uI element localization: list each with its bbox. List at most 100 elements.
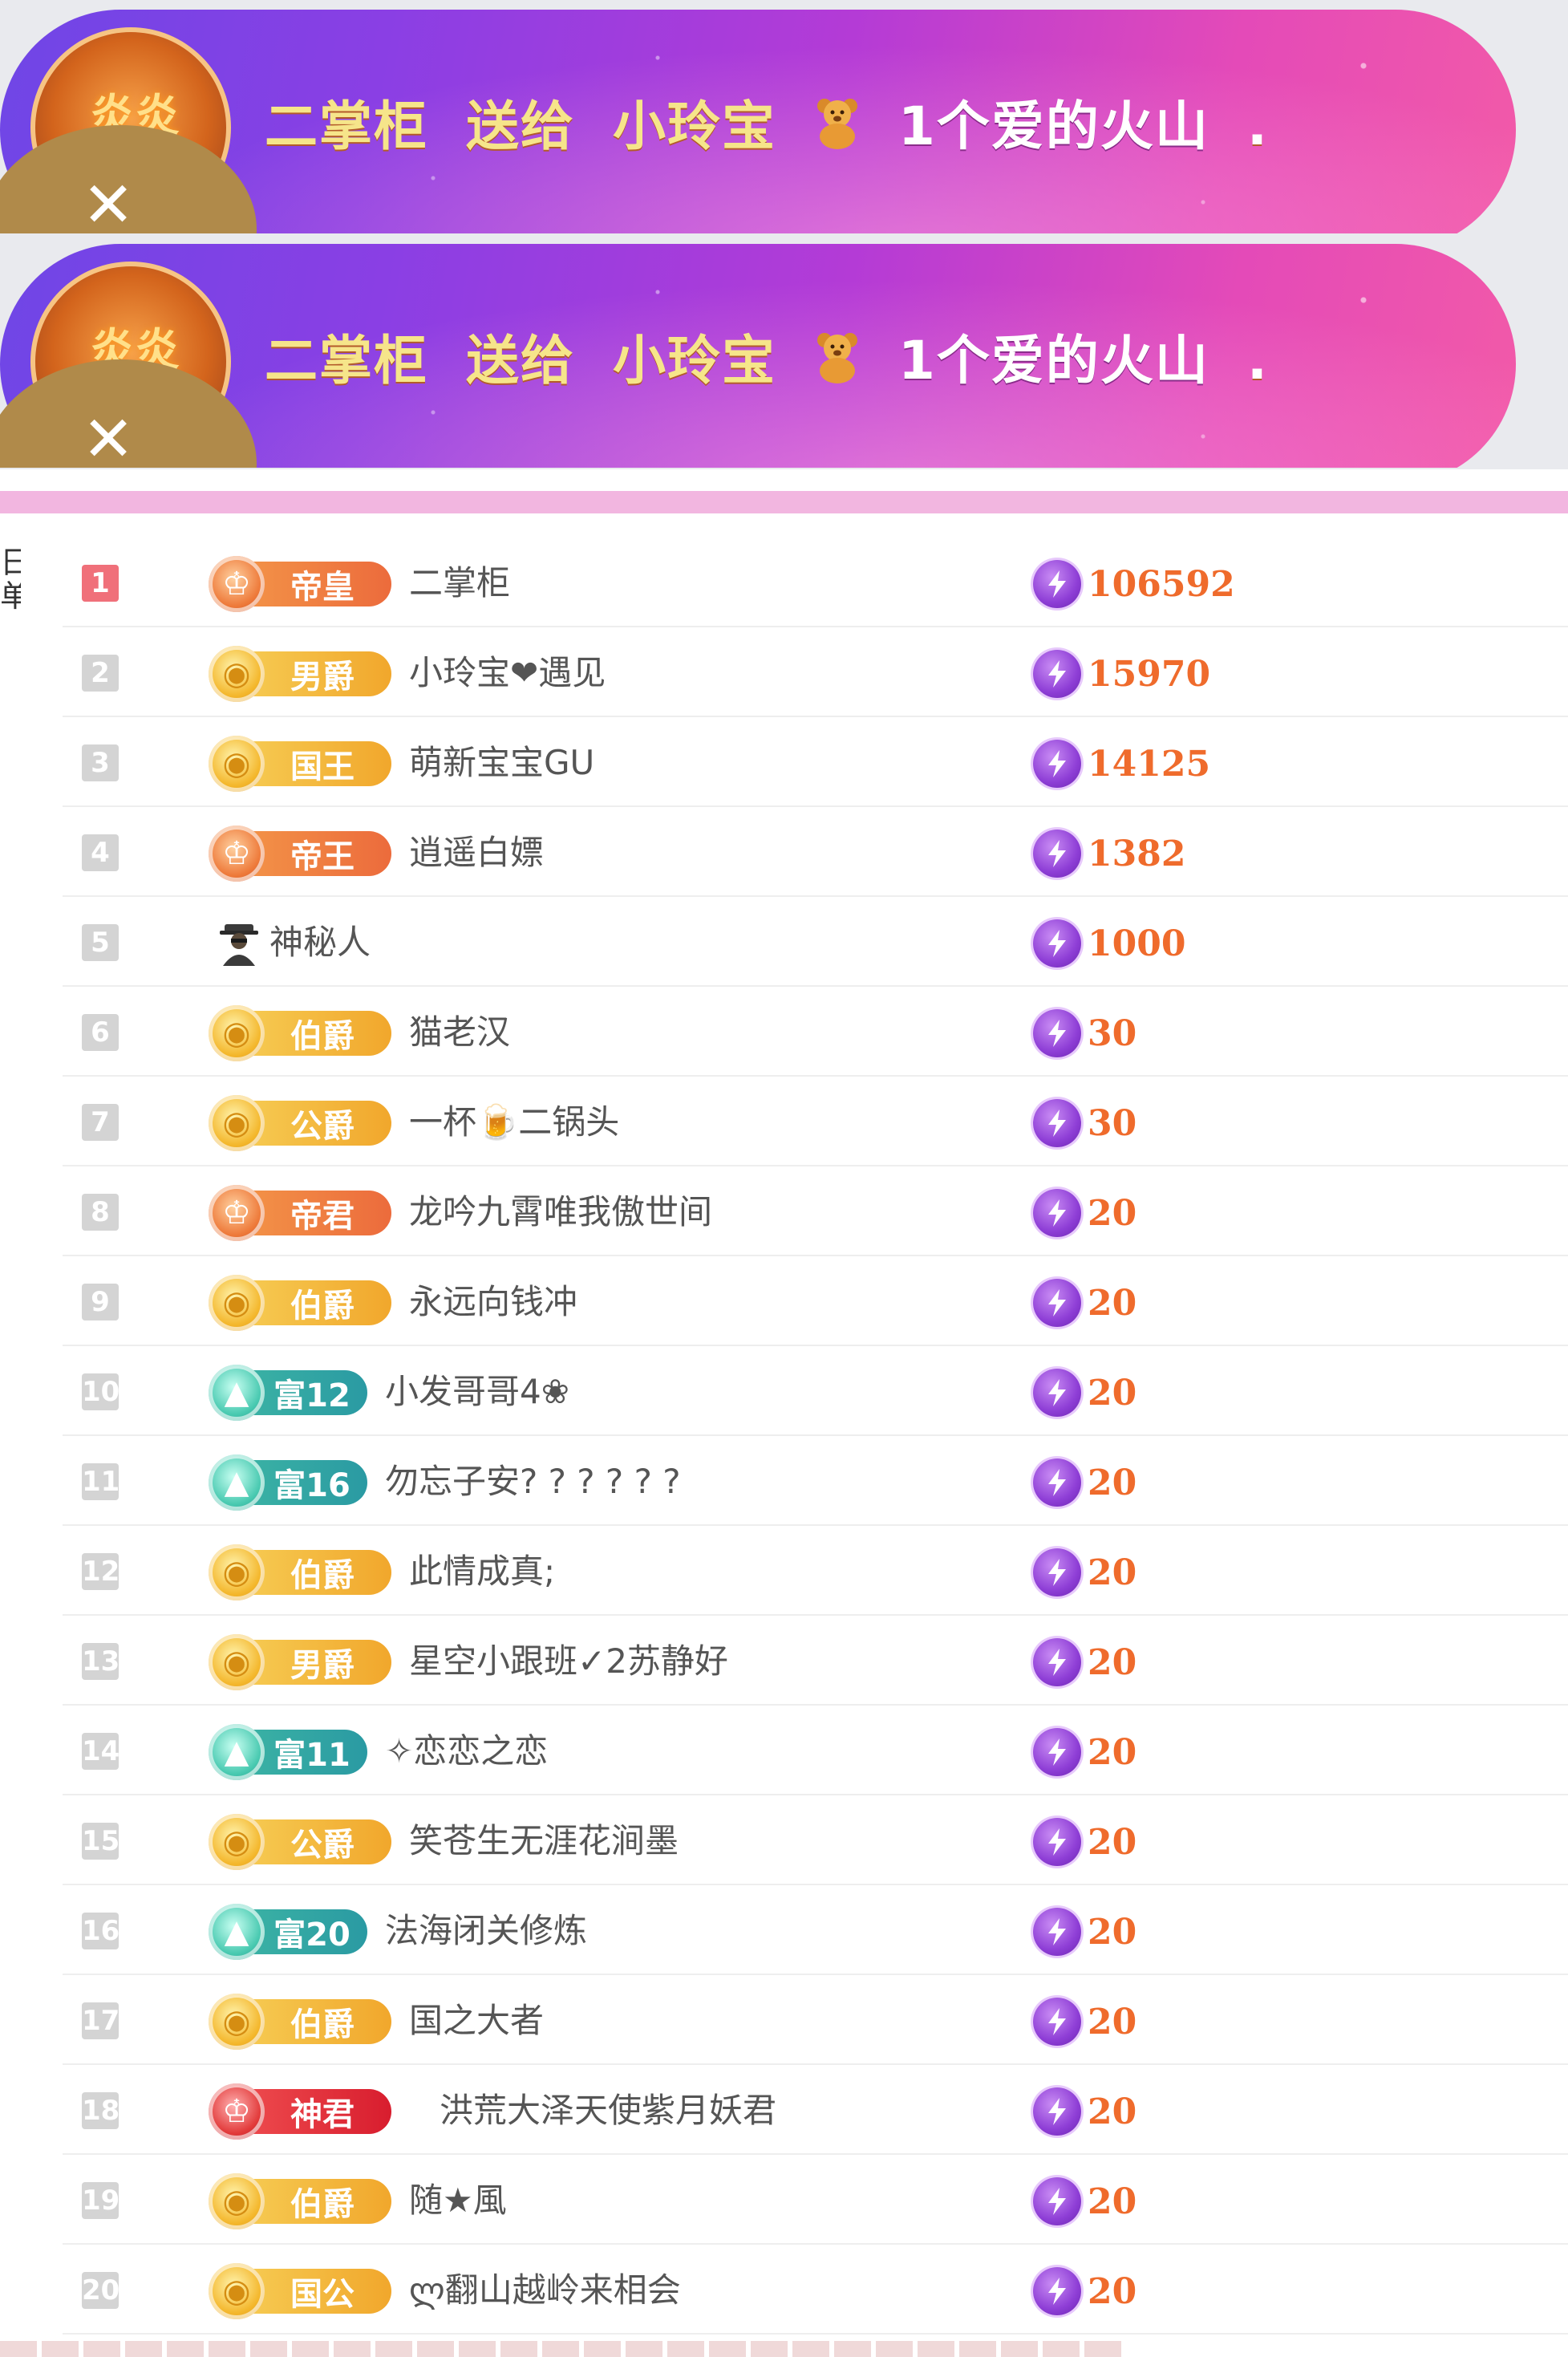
lightning-bolt-icon xyxy=(1033,1279,1081,1327)
user-name[interactable]: 永远向钱冲 xyxy=(409,1277,577,1327)
level-badge: ◉ 公爵 xyxy=(209,1095,391,1151)
user-name[interactable]: 此情成真; xyxy=(409,1547,555,1596)
side-tab-label[interactable]: 日单 xyxy=(0,546,21,613)
level-badge-title: 国王 xyxy=(290,748,355,785)
user-name[interactable]: 猫老汉 xyxy=(409,1008,510,1057)
score: 20 xyxy=(1033,1638,1136,1686)
user-name[interactable]: 小发哥哥4❀ xyxy=(385,1367,569,1417)
level-badge-title: 伯爵 xyxy=(290,2006,355,2043)
score: 20 xyxy=(1033,1369,1136,1417)
ranking-row[interactable]: 18 ♔ 神君 洪荒大泽天使紫月妖君 20 xyxy=(63,2065,1568,2155)
rank-number: 6 xyxy=(82,1014,119,1051)
level-badge-title: 帝君 xyxy=(290,1198,355,1235)
user-name[interactable]: ლ翻山越岭来相会 xyxy=(409,2266,681,2315)
ranking-row[interactable]: 5 神秘人 1000 xyxy=(63,897,1568,987)
score: 20 xyxy=(1033,2267,1136,2315)
user-name[interactable]: 一杯🍺二锅头 xyxy=(409,1097,619,1147)
ranking-row[interactable]: 19 ◉ 伯爵 随★風 20 xyxy=(63,2155,1568,2245)
user-name[interactable]: 逍遥白嫖 xyxy=(409,828,544,878)
gift-verb: 送给 xyxy=(465,330,575,391)
score: 1000 xyxy=(1033,919,1185,968)
score: 20 xyxy=(1033,1548,1136,1596)
level-badge-title: 国公 xyxy=(290,2276,355,2313)
lightning-bolt-icon xyxy=(1033,650,1081,698)
ranking-row[interactable]: 14 ▲ 富11 ✧恋恋之恋 20 xyxy=(63,1706,1568,1795)
level-badge-icon: ♔ xyxy=(209,1185,265,1241)
user-name[interactable]: 随★風 xyxy=(409,2176,507,2225)
score-value: 20 xyxy=(1088,1552,1137,1593)
user-name[interactable]: 笑苍生无涯花涧墨 xyxy=(409,1816,679,1866)
rank-number: 4 xyxy=(82,834,119,871)
ranking-row[interactable]: 20 ◉ 国公 ლ翻山越岭来相会 20 xyxy=(63,2245,1568,2335)
user-name[interactable]: ✧恋恋之恋 xyxy=(385,1726,548,1776)
rank-number: 16 xyxy=(82,1913,120,1949)
ranking-row[interactable]: 10 ▲ 富12 小发哥哥4❀ 20 xyxy=(63,1346,1568,1436)
ranking-row[interactable]: 3 ◉ 国王 萌新宝宝GU 14125 xyxy=(63,717,1568,807)
ranking-row[interactable]: 11 ▲ 富16 勿忘子安? ? ? ? ? ? 20 xyxy=(63,1436,1568,1526)
masked-person-icon xyxy=(213,918,265,969)
gift-message: 二掌柜 送给 小玲宝 1个爱的火山 . xyxy=(265,321,1269,401)
level-badge: ♔ 帝王 xyxy=(209,826,391,882)
gift-message: 二掌柜 送给 小玲宝 1个爱的火山 . xyxy=(265,87,1269,167)
ranking-row[interactable]: 1 ♔ 帝皇 二掌柜 106592 xyxy=(63,538,1568,627)
gift-receiver: 小玲宝 xyxy=(612,330,776,391)
score: 20 xyxy=(1033,1728,1136,1776)
lightning-bolt-icon xyxy=(1033,1908,1081,1956)
user-name[interactable]: 法海闭关修炼 xyxy=(385,1906,587,1956)
close-icon[interactable]: ✕ xyxy=(80,174,136,233)
user-name[interactable]: 国之大者 xyxy=(409,1996,544,2046)
level-badge-icon: ◉ xyxy=(209,1544,265,1600)
lightning-bolt-icon xyxy=(1033,1189,1081,1237)
level-badge: ◉ 公爵 xyxy=(209,1814,391,1870)
level-badge-icon: ◉ xyxy=(209,1005,265,1061)
close-icon[interactable]: ✕ xyxy=(80,408,136,468)
ranking-row[interactable]: 8 ♔ 帝君 龙吟九霄唯我傲世间 20 xyxy=(63,1166,1568,1256)
user-name[interactable]: 勿忘子安? ? ? ? ? ? xyxy=(385,1457,681,1507)
level-badge-title: 富16 xyxy=(273,1467,350,1504)
score: 30 xyxy=(1033,1009,1136,1057)
score-value: 20 xyxy=(1088,2181,1137,2222)
score: 20 xyxy=(1033,2177,1136,2225)
score: 30 xyxy=(1033,1099,1136,1147)
score-value: 20 xyxy=(1088,2270,1137,2312)
ranking-row[interactable]: 17 ◉ 伯爵 国之大者 20 xyxy=(63,1975,1568,2065)
user-name[interactable]: 洪荒大泽天使紫月妖君 xyxy=(440,2086,776,2136)
ranking-row[interactable]: 16 ▲ 富20 法海闭关修炼 20 xyxy=(63,1885,1568,1975)
ranking-row[interactable]: 15 ◉ 公爵 笑苍生无涯花涧墨 20 xyxy=(63,1795,1568,1885)
level-badge-icon: ♔ xyxy=(209,556,265,612)
lightning-bolt-icon xyxy=(1033,1458,1081,1507)
user-name[interactable]: 星空小跟班✓2苏静好 xyxy=(409,1637,728,1686)
user-name[interactable]: 萌新宝宝GU xyxy=(409,738,594,788)
user-name[interactable]: 龙吟九霄唯我傲世间 xyxy=(409,1187,712,1237)
ranking-row[interactable]: 12 ◉ 伯爵 此情成真; 20 xyxy=(63,1526,1568,1616)
ranking-row[interactable]: 13 ◉ 男爵 星空小跟班✓2苏静好 20 xyxy=(63,1616,1568,1706)
level-badge: ♔ 神君 xyxy=(209,2083,391,2140)
rank-number: 7 xyxy=(82,1104,119,1141)
level-badge-title: 伯爵 xyxy=(290,2186,355,2223)
user-name[interactable]: 二掌柜 xyxy=(409,558,510,608)
user-name[interactable]: 小玲宝❤遇见 xyxy=(409,648,606,698)
ranking-row[interactable]: 2 ◉ 男爵 小玲宝❤遇见 15970 xyxy=(63,627,1568,717)
level-badge-icon: ◉ xyxy=(209,2173,265,2229)
level-badge-title: 男爵 xyxy=(290,659,355,696)
teddy-bear-icon xyxy=(814,91,861,149)
lightning-bolt-icon xyxy=(1033,919,1081,968)
ranking-row[interactable]: 4 ♔ 帝王 逍遥白嫖 1382 xyxy=(63,807,1568,897)
level-badge: ◉ 国公 xyxy=(209,2263,391,2319)
gift-sender: 二掌柜 xyxy=(265,95,428,157)
user-name[interactable]: 神秘人 xyxy=(269,918,371,968)
level-badge-icon: ▲ xyxy=(209,1724,265,1780)
ranking-row[interactable]: 7 ◉ 公爵 一杯🍺二锅头 30 xyxy=(63,1077,1568,1166)
ranking-row[interactable]: 6 ◉ 伯爵 猫老汉 30 xyxy=(63,987,1568,1077)
lightning-bolt-icon xyxy=(1033,740,1081,788)
score: 20 xyxy=(1033,2087,1136,2136)
level-badge-title: 伯爵 xyxy=(290,1288,355,1325)
score: 20 xyxy=(1033,1189,1136,1237)
level-badge-title: 富20 xyxy=(273,1917,350,1953)
score: 1382 xyxy=(1033,830,1185,878)
gift-banner-area: 炎炎 ✕ 二掌柜 送给 小玲宝 1个爱的火山 . 炎炎 ✕ 二掌柜 送给 小玲宝… xyxy=(0,0,1568,469)
score-value: 30 xyxy=(1088,1012,1137,1054)
level-badge: ♔ 帝君 xyxy=(209,1185,391,1241)
footer-text-peek xyxy=(0,2341,1123,2357)
ranking-row[interactable]: 9 ◉ 伯爵 永远向钱冲 20 xyxy=(63,1256,1568,1346)
